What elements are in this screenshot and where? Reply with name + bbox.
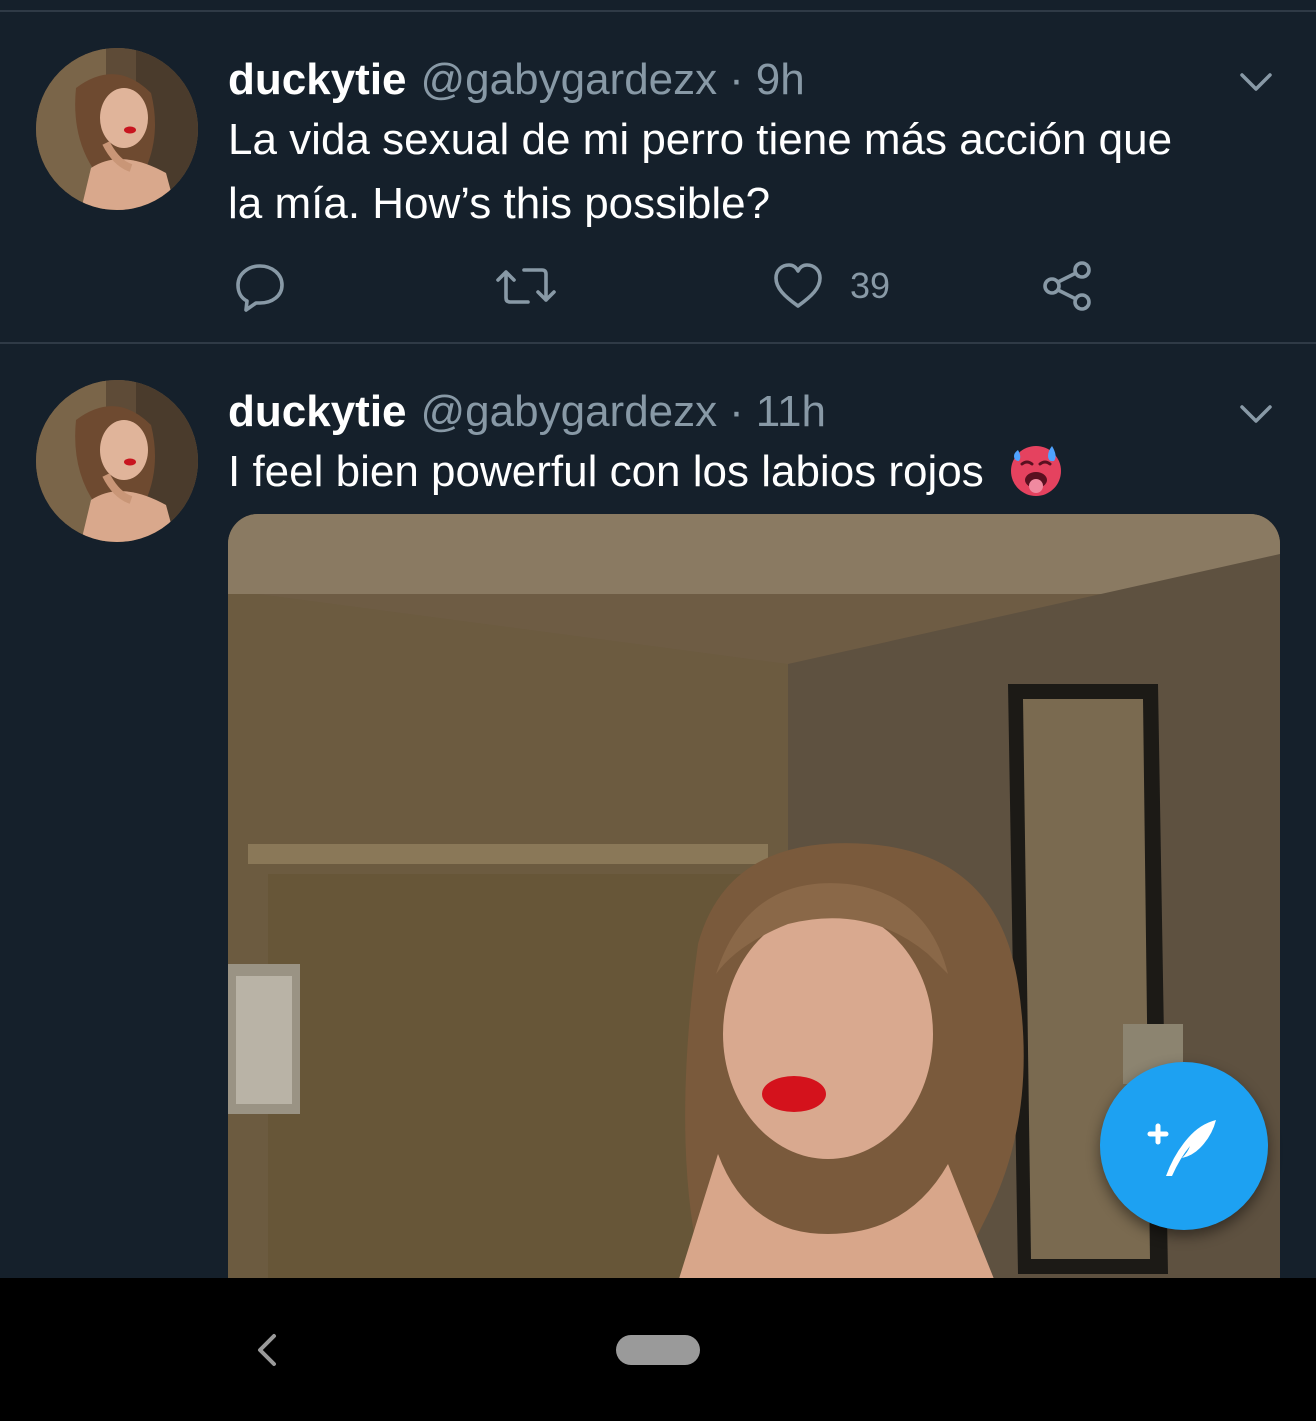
tweet-text-line: la mía. How’s this possible? [228,179,771,228]
tweet-text-line: I feel bien powerful con los labios rojo… [228,447,984,496]
home-pill-button[interactable] [616,1335,700,1365]
compose-tweet-button[interactable] [1100,1062,1268,1230]
chevron-down-icon[interactable] [1234,392,1278,436]
avatar[interactable] [36,48,198,210]
compose-tweet-icon [1147,1120,1216,1176]
display-name[interactable]: duckytie [228,387,407,437]
separator-dot: · [729,55,744,104]
share-icon [1043,261,1091,311]
share-button[interactable] [1040,258,1096,314]
tweet-text: La vida sexual de mi perro tiene más acc… [228,108,1278,236]
tweet-time[interactable]: 9h [756,55,805,105]
avatar[interactable] [36,380,198,542]
user-handle[interactable]: @gabygardezx [421,387,718,437]
chevron-down-icon[interactable] [1234,60,1278,104]
heart-icon [774,263,822,308]
retweet-button[interactable] [496,258,556,314]
hot-face-emoji-icon [1011,446,1061,497]
reply-icon [236,264,284,312]
tweet-actions: 39 [228,258,1128,314]
tweet-text: I feel bien powerful con los labios rojo… [228,440,1278,504]
tweet-text-line: La vida sexual de mi perro tiene más acc… [228,115,1173,164]
reply-button[interactable] [232,258,288,314]
user-handle[interactable]: @gabygardezx [421,55,718,105]
tweet[interactable]: duckytie @gabygardezx · 9h La vida sexua… [0,12,1316,342]
separator-dot: · [729,387,744,436]
timeline-screen: duckytie @gabygardezx · 9h La vida sexua… [0,0,1316,1421]
display-name[interactable]: duckytie [228,55,407,105]
tweet-time[interactable]: 11h [756,387,826,437]
like-count: 39 [850,265,891,306]
like-button[interactable]: 39 [772,258,890,314]
system-navigation-bar [0,1278,1316,1421]
back-icon[interactable] [250,1328,286,1372]
retweet-icon [496,268,556,304]
